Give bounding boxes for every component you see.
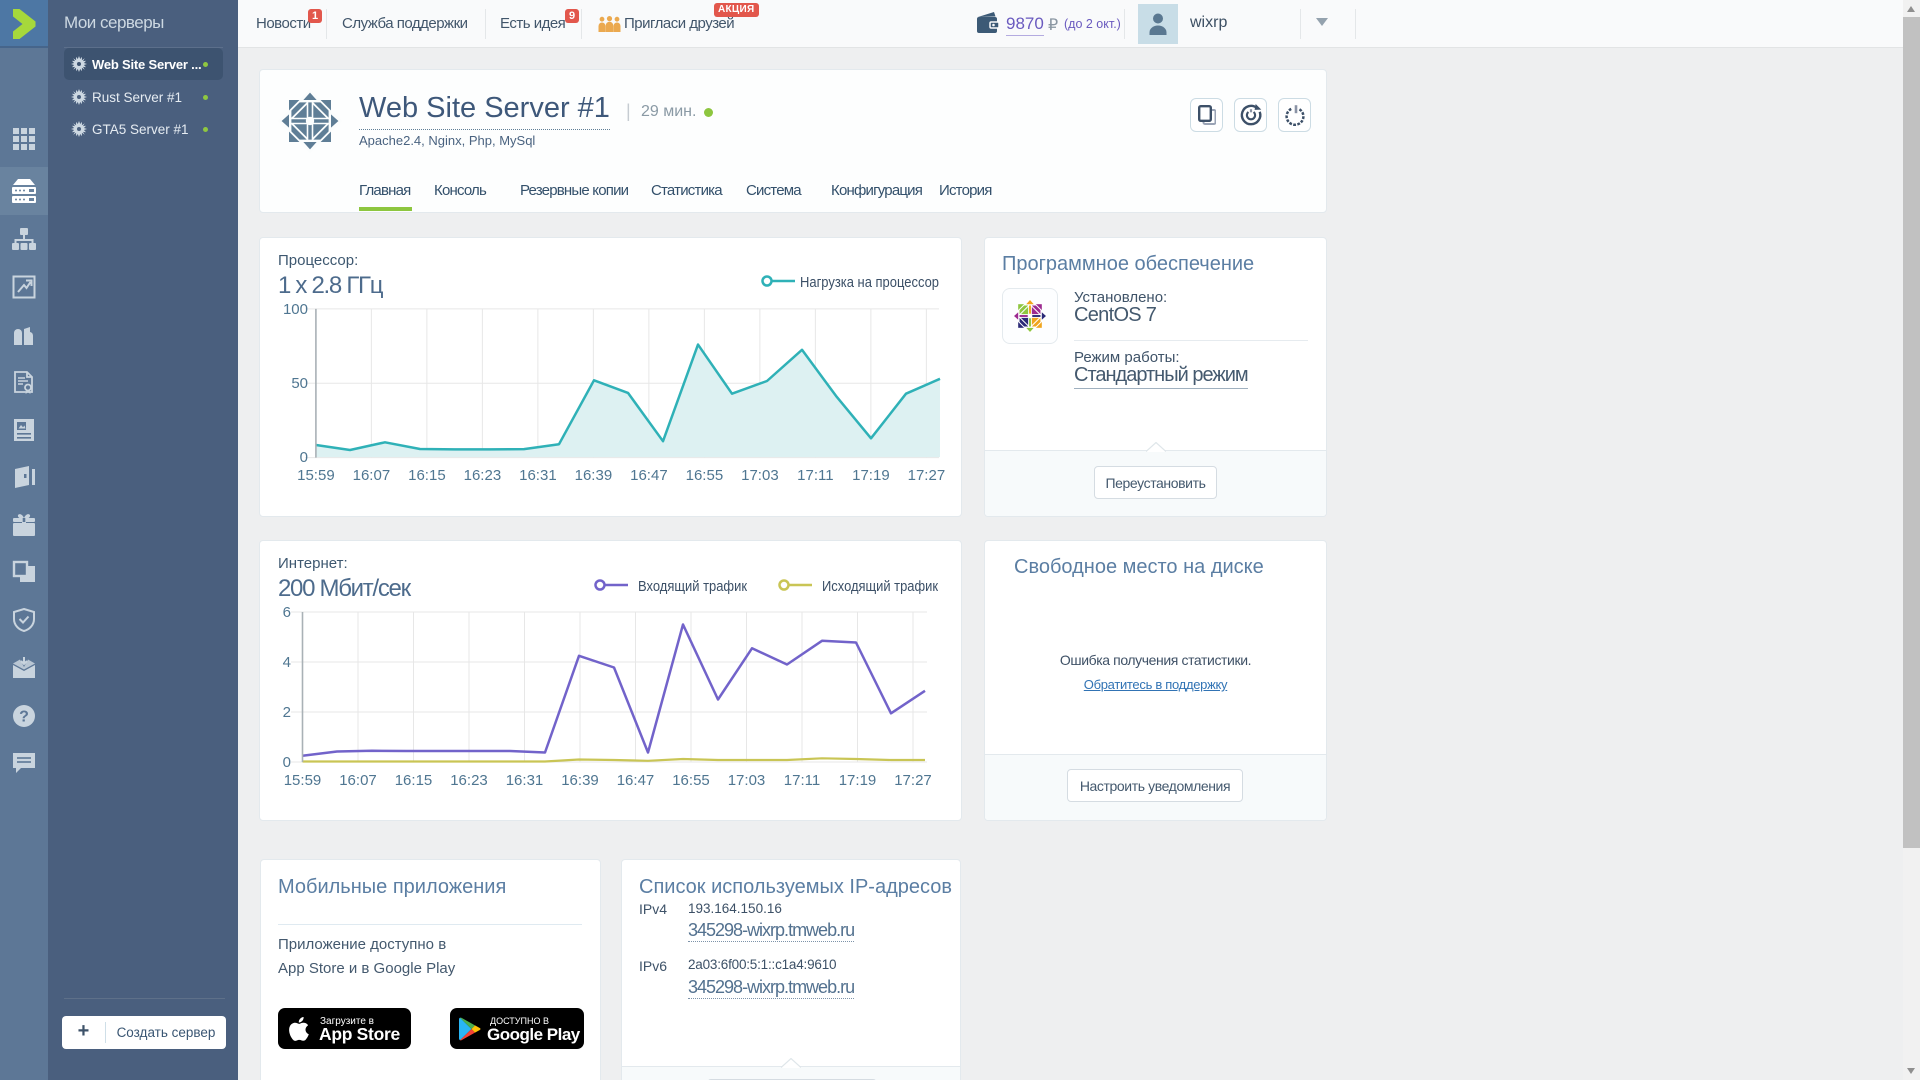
svg-text:16:07: 16:07 <box>339 772 377 789</box>
svg-text:17:03: 17:03 <box>741 467 779 484</box>
svg-text:17:11: 17:11 <box>797 467 833 484</box>
svg-text:16:15: 16:15 <box>408 467 446 484</box>
svg-text:17:19: 17:19 <box>839 772 877 789</box>
svg-text:6: 6 <box>283 604 291 621</box>
svg-text:Входящий трафик: Входящий трафик <box>638 578 747 595</box>
svg-text:Нагрузка на процессор: Нагрузка на процессор <box>800 274 939 291</box>
svg-text:16:47: 16:47 <box>617 772 655 789</box>
svg-text:15:59: 15:59 <box>284 772 322 789</box>
svg-text:16:15: 16:15 <box>395 772 433 789</box>
svg-text:17:27: 17:27 <box>908 467 946 484</box>
svg-text:16:55: 16:55 <box>686 467 724 484</box>
svg-text:Исходящий трафик: Исходящий трафик <box>822 578 938 595</box>
svg-text:50: 50 <box>291 375 308 392</box>
svg-text:?: ? <box>19 709 29 726</box>
svg-text:15:59: 15:59 <box>297 467 335 484</box>
svg-text:16:31: 16:31 <box>519 467 557 484</box>
svg-text:100: 100 <box>283 301 308 318</box>
svg-text:17:03: 17:03 <box>728 772 766 789</box>
svg-text:16:07: 16:07 <box>353 467 391 484</box>
svg-text:16:39: 16:39 <box>575 467 613 484</box>
svg-text:2: 2 <box>283 704 291 721</box>
svg-text:16:39: 16:39 <box>561 772 599 789</box>
svg-text:16:55: 16:55 <box>672 772 710 789</box>
svg-text:16:23: 16:23 <box>450 772 488 789</box>
svg-text:17:11: 17:11 <box>784 772 820 789</box>
svg-text:0: 0 <box>300 449 308 466</box>
svg-text:16:47: 16:47 <box>630 467 668 484</box>
svg-text:17:19: 17:19 <box>852 467 890 484</box>
svg-text:0: 0 <box>283 754 291 771</box>
svg-text:4: 4 <box>283 654 291 671</box>
svg-text:16:23: 16:23 <box>464 467 502 484</box>
svg-text:17:27: 17:27 <box>894 772 932 789</box>
svg-text:16:31: 16:31 <box>506 772 544 789</box>
